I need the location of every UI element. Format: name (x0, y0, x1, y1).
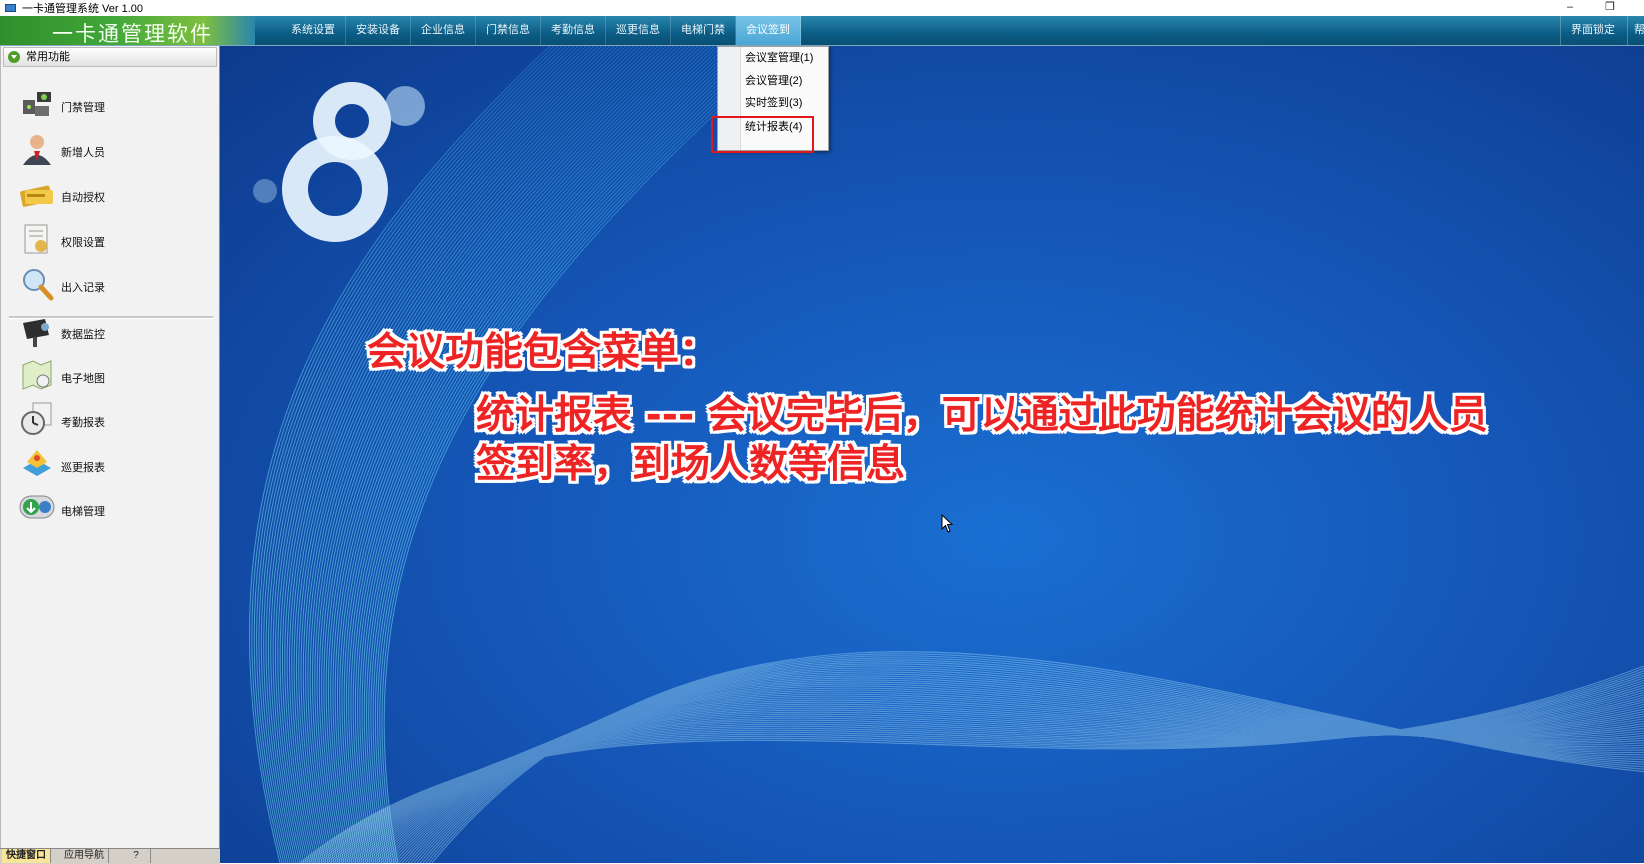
lock-ui-button[interactable]: 界面锁定 (1560, 16, 1625, 45)
window-title: 一卡通管理系统 Ver 1.00 (22, 3, 144, 15)
permission-icon (24, 224, 48, 254)
sidebar-item-elevator-management[interactable]: 电梯管理 (15, 490, 205, 530)
sidebar-item-door-access[interactable]: 门禁管理 (15, 86, 205, 126)
magnifier-icon (23, 269, 54, 301)
menu-bar: 一卡通管理软件 系统设置 安装设备 企业信息 门禁信息 考勤信息 巡更信息 电梯… (0, 16, 1644, 46)
brand-logo: 一卡通管理软件 (0, 16, 255, 46)
clock-icon (21, 402, 52, 435)
sidebar-item-label: 巡更报表 (61, 462, 105, 474)
tab-quick-window[interactable]: 快捷窗口 (2, 849, 51, 863)
meeting-dropdown-menu: 会议室管理(1) 会议管理(2) 实时签到(3) 统计报表(4) (711, 46, 829, 153)
sidebar-item-label: 门禁管理 (61, 102, 105, 114)
help-menu[interactable]: 帮 (1627, 16, 1644, 45)
menu-item-meeting-room-management[interactable]: 会议室管理(1) (745, 48, 813, 68)
menu-elevator-access[interactable]: 电梯门禁 (671, 16, 736, 45)
sidebar-item-access-records[interactable]: 出入记录 (15, 266, 205, 306)
menu-install-devices[interactable]: 安装设备 (346, 16, 411, 45)
menu-item-meeting-management[interactable]: 会议管理(2) (745, 71, 802, 91)
annotation-heading: 会议功能包含菜单： (367, 330, 719, 375)
restore-button[interactable]: ❐ (1600, 0, 1620, 16)
sidebar-item-new-person[interactable]: 新增人员 (15, 131, 205, 171)
elevator-icon (19, 495, 55, 519)
menu-item-realtime-signin[interactable]: 实时签到(3) (745, 93, 802, 113)
camera-icon (23, 319, 49, 347)
menu-company-info[interactable]: 企业信息 (411, 16, 476, 45)
brand-title: 一卡通管理软件 (52, 22, 213, 46)
sidebar-item-label: 考勤报表 (61, 417, 105, 429)
sidebar-item-label: 自动授权 (61, 192, 105, 204)
quick-functions-panel: 常用功能 门禁管理 新增人员 自动授权 权限设置 出入记录 数据监控 电子地图 … (0, 46, 221, 848)
menu-attendance-info[interactable]: 考勤信息 (541, 16, 606, 45)
annotation-line-1: 统计报表 --- 会议完毕后，可以通过此功能统计会议的人员 (476, 393, 1488, 438)
patrol-icon (23, 450, 51, 476)
mouse-cursor-icon (941, 514, 954, 533)
menu-meeting-signin[interactable]: 会议签到 (736, 16, 801, 45)
menu-patrol-info[interactable]: 巡更信息 (606, 16, 671, 45)
main-desktop: 会议功能包含菜单： 统计报表 --- 会议完毕后，可以通过此功能统计会议的人员 … (220, 46, 1644, 863)
sidebar-item-electronic-map[interactable]: 电子地图 (15, 357, 205, 397)
card-icon (20, 185, 53, 207)
collapse-toggle-icon[interactable] (8, 51, 20, 63)
minimize-button[interactable]: – (1560, 0, 1580, 16)
sidebar-item-label: 电梯管理 (61, 506, 105, 518)
person-icon (23, 135, 51, 165)
annotation-body: 统计报表 --- 会议完毕后，可以通过此功能统计会议的人员 签到率，到场人数等信… (476, 391, 1576, 489)
sidebar-item-label: 权限设置 (61, 237, 105, 249)
window-titlebar: 一卡通管理系统 Ver 1.00 – ❐ (0, 0, 1644, 16)
main-menu: 系统设置 安装设备 企业信息 门禁信息 考勤信息 巡更信息 电梯门禁 会议签到 (281, 16, 801, 45)
highlight-box (711, 116, 814, 153)
annotation-line-2: 签到率，到场人数等信息 (476, 442, 906, 487)
sidebar-item-label: 电子地图 (61, 373, 105, 385)
menu-system-settings[interactable]: 系统设置 (281, 16, 346, 45)
sidebar-item-label: 出入记录 (61, 282, 105, 294)
panel-header[interactable]: 常用功能 (3, 47, 217, 67)
logo-8-icon (253, 82, 425, 242)
map-icon (22, 360, 52, 390)
sidebar-item-label: 数据监控 (61, 329, 105, 341)
sidebar-item-auto-authorize[interactable]: 自动授权 (15, 176, 205, 216)
tab-app-navigation[interactable]: 应用导航 (60, 849, 109, 863)
sidebar-item-attendance-report[interactable]: 考勤报表 (15, 401, 205, 441)
sidebar-item-permission-settings[interactable]: 权限设置 (15, 221, 205, 261)
panel-tabs: 快捷窗口 应用导航 ? (0, 848, 220, 864)
sidebar-item-label: 新增人员 (61, 147, 105, 159)
panel-title: 常用功能 (26, 51, 70, 63)
door-access-icon (23, 92, 51, 116)
app-icon (4, 3, 18, 13)
tab-help[interactable]: ? (122, 849, 151, 863)
sidebar-item-data-monitor[interactable]: 数据监控 (15, 313, 205, 353)
sidebar-item-patrol-report[interactable]: 巡更报表 (15, 446, 205, 486)
menu-access-info[interactable]: 门禁信息 (476, 16, 541, 45)
